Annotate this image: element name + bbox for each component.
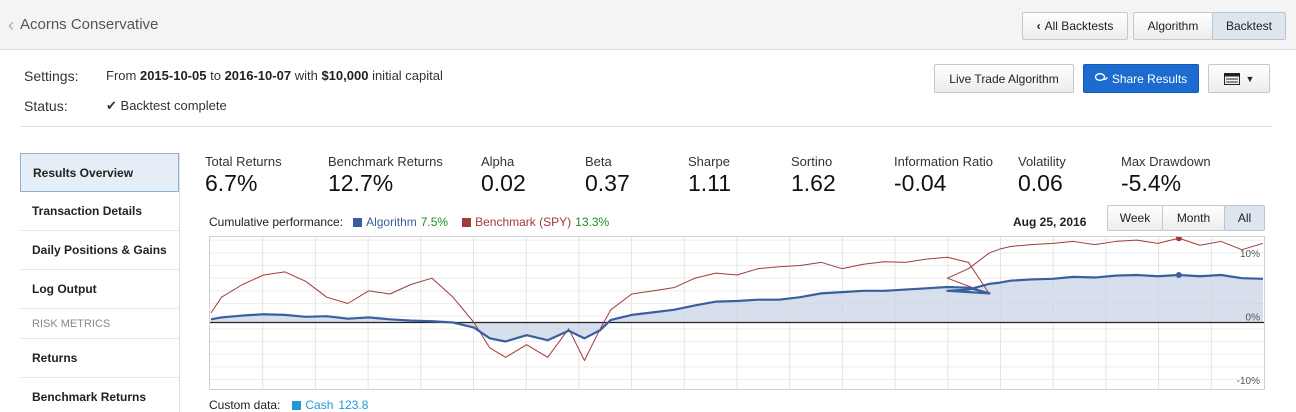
metric-benchmark-returns: Benchmark Returns 12.7% xyxy=(328,154,443,196)
legend-benchmark-name: Benchmark (SPY) xyxy=(475,215,572,229)
algorithm-name: Acorns Conservative xyxy=(20,16,159,33)
status-value: ✔ Backtest complete xyxy=(106,98,227,113)
sidebar-item-daily-positions[interactable]: Daily Positions & Gains xyxy=(20,231,179,270)
settings-summary: From 2015-10-05 to 2016-10-07 with $10,0… xyxy=(106,68,443,83)
legend-algorithm-name: Algorithm xyxy=(366,215,417,229)
all-backtests-button[interactable]: ‹ All Backtests xyxy=(1022,12,1128,40)
range-week-button[interactable]: Week xyxy=(1107,205,1163,231)
y-tick-label: 0% xyxy=(1246,313,1261,324)
back-link[interactable]: ‹ Acorns Conservative xyxy=(8,14,159,35)
top-bar: ‹ Acorns Conservative ‹ All Backtests Al… xyxy=(0,0,1296,50)
end-date: 2016-10-07 xyxy=(224,68,292,83)
metric-sortino: Sortino 1.62 xyxy=(791,154,836,196)
legend-benchmark-value: 13.3% xyxy=(575,215,610,229)
metric-volatility: Volatility 0.06 xyxy=(1018,154,1066,196)
performance-chart-svg[interactable]: 10% 0% -10% xyxy=(210,237,1264,389)
chart-label: Cumulative performance: xyxy=(209,215,344,229)
settings-label: Settings: xyxy=(24,68,79,84)
initial-capital: $10,000 xyxy=(321,68,369,83)
sidebar-item-returns[interactable]: Returns xyxy=(20,339,179,378)
live-trade-button[interactable]: Live Trade Algorithm xyxy=(934,64,1074,93)
view-options-dropdown[interactable]: ▼ xyxy=(1208,64,1270,93)
metric-information-ratio: Information Ratio -0.04 xyxy=(894,154,993,196)
hover-date: Aug 25, 2016 xyxy=(1013,215,1087,229)
metric-max-drawdown: Max Drawdown -5.4% xyxy=(1121,154,1211,196)
performance-chart[interactable]: 10% 0% -10% xyxy=(209,236,1265,390)
algorithm-hover-point xyxy=(1175,272,1182,278)
metric-alpha: Alpha 0.02 xyxy=(481,154,526,196)
chart-legend: Cumulative performance: Algorithm 7.5% B… xyxy=(209,215,609,229)
chevron-left-icon: ‹ xyxy=(8,14,14,35)
sidebar: Results Overview Transaction Details Dai… xyxy=(20,153,180,412)
caret-down-icon: ▼ xyxy=(1245,73,1255,84)
start-date: 2015-10-05 xyxy=(139,68,207,83)
cash-swatch xyxy=(292,400,302,410)
share-results-button[interactable]: Share Results xyxy=(1083,64,1199,93)
cash-series-name: Cash xyxy=(305,398,334,412)
metric-sharpe: Sharpe 1.11 xyxy=(688,154,732,196)
range-month-button[interactable]: Month xyxy=(1162,205,1225,231)
status-label: Status: xyxy=(24,98,68,114)
comments-icon xyxy=(1094,73,1108,81)
range-all-button[interactable]: All xyxy=(1224,205,1265,231)
sidebar-item-transaction-details[interactable]: Transaction Details xyxy=(20,192,179,231)
table-icon xyxy=(1223,72,1240,85)
algorithm-swatch xyxy=(353,217,363,227)
sidebar-item-log-output[interactable]: Log Output xyxy=(20,270,179,309)
metric-beta: Beta 0.37 xyxy=(585,154,630,196)
custom-data-legend: Custom data: Cash 123.8 xyxy=(209,398,368,412)
legend-algorithm-value: 7.5% xyxy=(420,215,449,229)
sidebar-item-results-overview[interactable]: Results Overview xyxy=(20,153,179,192)
settings-divider xyxy=(20,126,1272,127)
custom-data-label: Custom data: xyxy=(209,398,281,412)
sidebar-item-benchmark-returns[interactable]: Benchmark Returns xyxy=(20,378,179,412)
backtest-tab-button[interactable]: Backtest xyxy=(1212,12,1286,40)
metric-total-returns: Total Returns 6.7% xyxy=(205,154,282,196)
y-tick-label: 10% xyxy=(1240,249,1260,260)
risk-metrics-heading: RISK METRICS xyxy=(20,309,179,339)
chevron-left-icon: ‹ xyxy=(1036,19,1041,33)
benchmark-swatch xyxy=(462,217,472,227)
check-icon: ✔ xyxy=(106,98,117,113)
y-tick-label: -10% xyxy=(1237,376,1260,387)
algorithm-tab-button[interactable]: Algorithm xyxy=(1133,12,1213,40)
cash-series-value: 123.8 xyxy=(338,398,369,412)
